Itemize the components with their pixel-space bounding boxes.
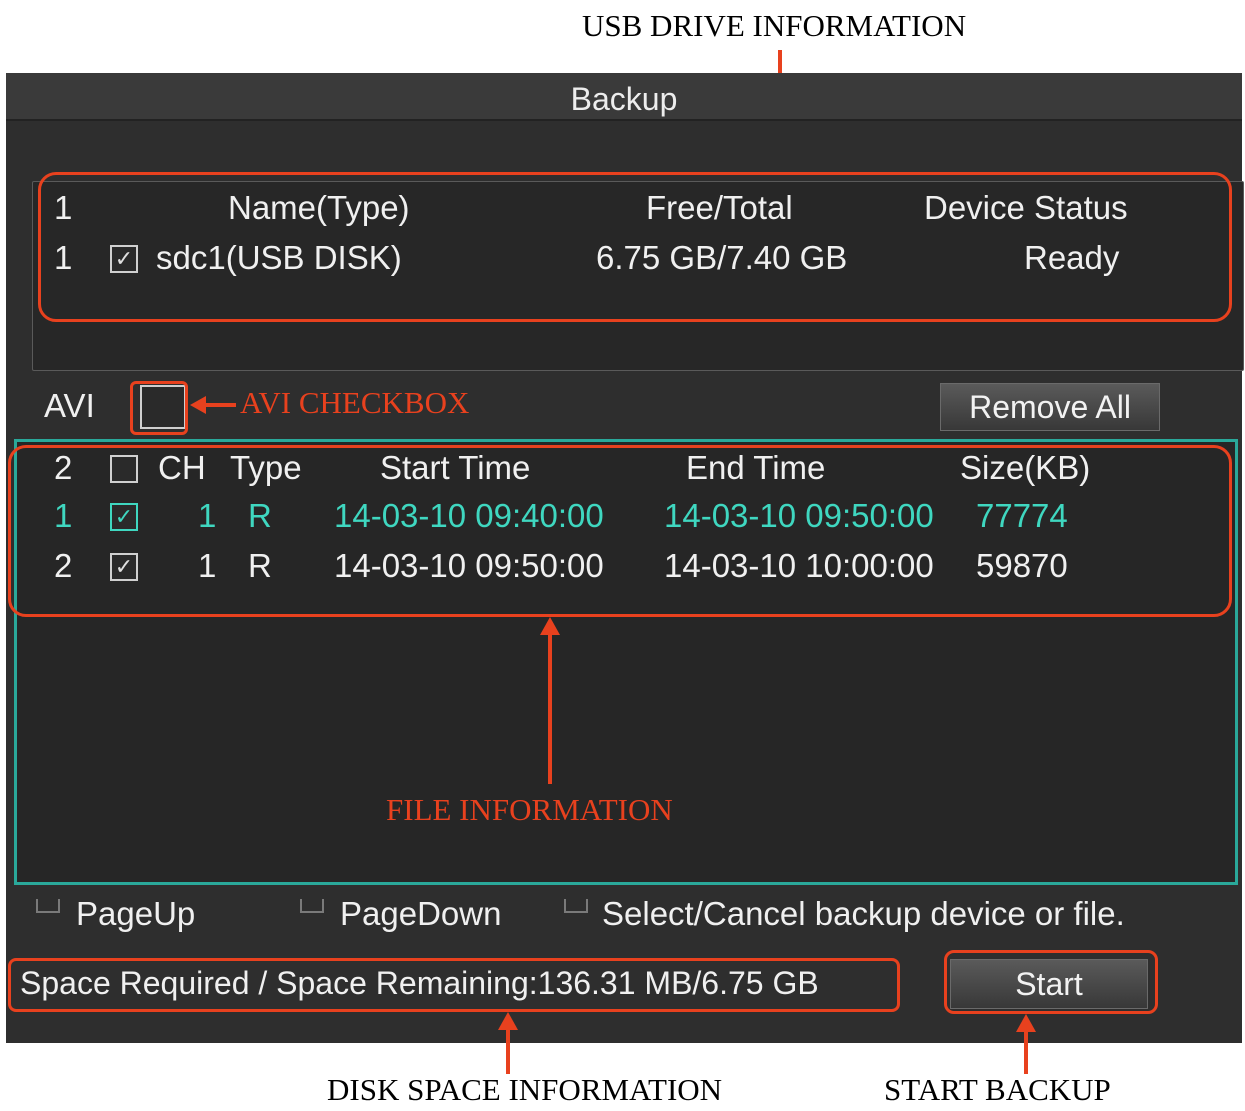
- file-information-highlight: [8, 445, 1232, 617]
- page-up-icon: [36, 899, 60, 913]
- remove-all-button[interactable]: Remove All: [940, 383, 1160, 431]
- start-backup-highlight: [944, 950, 1158, 1014]
- page-down-icon: [300, 899, 324, 913]
- disk-space-callout: DISK SPACE INFORMATION: [327, 1072, 723, 1107]
- start-backup-callout: START BACKUP: [884, 1072, 1111, 1107]
- avi-checkbox-highlight: [130, 381, 188, 435]
- avi-callout-arrow: [204, 403, 236, 407]
- avi-checkbox-callout: AVI CHECKBOX: [240, 385, 470, 420]
- select-hint: Select/Cancel backup device or file.: [602, 895, 1125, 932]
- title-bar: Backup: [6, 73, 1242, 121]
- page-down-hint: PageDown: [340, 895, 502, 932]
- page-up-hint: PageUp: [76, 895, 196, 932]
- usb-drive-information-callout: USB DRIVE INFORMATION: [582, 8, 967, 43]
- start-callout-arrow: [1024, 1028, 1028, 1074]
- window-title: Backup: [570, 81, 678, 117]
- file-information-callout: FILE INFORMATION: [386, 792, 673, 827]
- disk-space-highlight: [8, 958, 900, 1012]
- file-callout-arrow: [548, 632, 552, 784]
- disk-callout-arrow: [506, 1026, 510, 1074]
- select-icon: [564, 899, 588, 913]
- avi-label: AVI: [44, 387, 95, 424]
- usb-drive-highlight: [38, 172, 1232, 322]
